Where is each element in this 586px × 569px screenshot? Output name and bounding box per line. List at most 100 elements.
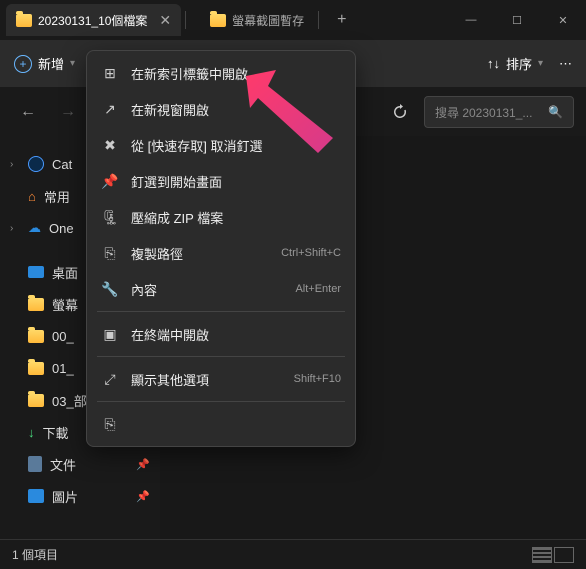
new-tab-button[interactable]: + — [323, 11, 360, 29]
download-icon: ↓ — [28, 425, 35, 440]
tab-active[interactable]: 20230131_10個檔案 ✕ — [6, 4, 181, 36]
sidebar-label: One — [49, 221, 74, 236]
window-icon: ↗ — [101, 100, 119, 118]
search-input[interactable]: 搜尋 20230131_... 🔍 — [424, 96, 574, 128]
separator — [97, 356, 345, 357]
chevron-down-icon: ▾ — [70, 58, 75, 69]
shortcut: Alt+Enter — [295, 283, 341, 295]
plus-icon: + — [14, 55, 32, 73]
desktop-icon — [28, 266, 44, 278]
tab-inactive[interactable]: 螢幕截圖暫存 — [200, 4, 314, 36]
menu-label: 從 [快速存取] 取消釘選 — [131, 136, 262, 155]
menu-label: 壓縮成 ZIP 檔案 — [131, 208, 223, 227]
sort-button[interactable]: ↑↓ 排序 ▾ — [487, 54, 543, 73]
button-label: 排序 — [506, 54, 532, 73]
titlebar: 20230131_10個檔案 ✕ 螢幕截圖暫存 + — ☐ ✕ — [0, 0, 586, 40]
zip-icon: 🗜 — [101, 208, 119, 226]
refresh-icon — [392, 104, 408, 120]
chevron-icon: › — [10, 223, 20, 234]
view-toggle — [532, 547, 574, 563]
sidebar-label: 桌面 — [52, 263, 78, 282]
folder-icon — [16, 14, 32, 27]
menu-label: 釘選到開始畫面 — [131, 172, 222, 191]
sidebar-label: Cat — [52, 157, 72, 172]
back-button[interactable]: ← — [12, 96, 44, 128]
sidebar-label: 常用 — [44, 187, 70, 206]
wrench-icon: 🔧 — [101, 280, 119, 298]
forward-button[interactable]: → — [52, 96, 84, 128]
more-icon: ⤢ — [101, 370, 119, 388]
sidebar-label: 圖片 — [52, 487, 78, 506]
terminal-icon: ▣ — [101, 325, 119, 343]
more-icon: ⋯ — [559, 56, 572, 72]
tab-divider — [318, 11, 319, 29]
grid-view-icon[interactable] — [554, 547, 574, 563]
sidebar-label: 01_ — [52, 361, 74, 376]
more-button[interactable]: ⋯ — [559, 56, 572, 72]
menu-label: 內容 — [131, 280, 157, 299]
path-icon: ⎘ — [101, 244, 119, 262]
menu-copy[interactable]: ⎘ — [91, 406, 351, 442]
menu-label: 在新索引標籤中開啟 — [131, 64, 248, 83]
chevron-down-icon: ▾ — [538, 58, 543, 69]
pin-icon: 📌 — [136, 490, 150, 503]
copy-icon: ⎘ — [101, 415, 119, 433]
new-button[interactable]: + 新增 ▾ — [14, 54, 75, 73]
menu-open-new-window[interactable]: ↗ 在新視窗開啟 — [91, 91, 351, 127]
image-icon — [28, 489, 44, 503]
tab-divider — [185, 11, 186, 29]
window-controls: — ☐ ✕ — [448, 0, 586, 40]
refresh-button[interactable] — [384, 96, 416, 128]
separator — [97, 401, 345, 402]
search-icon: 🔍 — [548, 105, 563, 119]
sidebar-label: 下載 — [43, 423, 69, 442]
menu-label: 在終端中開啟 — [131, 325, 209, 344]
pin-icon: 📌 — [136, 458, 150, 471]
statusbar: 1 個項目 — [0, 539, 586, 569]
tab-icon: ⊞ — [101, 64, 119, 82]
sidebar-item-pictures[interactable]: 圖片 📌 — [0, 480, 160, 512]
folder-icon — [28, 330, 44, 343]
context-menu: ⊞ 在新索引標籤中開啟 ↗ 在新視窗開啟 ✖ 從 [快速存取] 取消釘選 📌 釘選到開始… — [86, 50, 356, 447]
item-count: 1 個項目 — [12, 546, 58, 563]
menu-properties[interactable]: 🔧 內容 Alt+Enter — [91, 271, 351, 307]
sidebar-label: 螢幕 — [52, 295, 78, 314]
close-button[interactable]: ✕ — [540, 0, 586, 40]
button-label: 新增 — [38, 54, 64, 73]
tab-label: 螢幕截圖暫存 — [232, 12, 304, 29]
menu-pin-start[interactable]: 📌 釘選到開始畫面 — [91, 163, 351, 199]
chevron-icon: › — [10, 159, 20, 170]
menu-unpin-quick[interactable]: ✖ 從 [快速存取] 取消釘選 — [91, 127, 351, 163]
separator — [97, 311, 345, 312]
details-view-icon[interactable] — [532, 547, 552, 563]
folder-icon — [28, 298, 44, 311]
tab-label: 20230131_10個檔案 — [38, 12, 147, 29]
folder-icon — [28, 362, 44, 375]
menu-open-new-tab[interactable]: ⊞ 在新索引標籤中開啟 — [91, 55, 351, 91]
folder-icon — [210, 14, 226, 27]
sort-icon: ↑↓ — [487, 56, 500, 71]
unpin-icon: ✖ — [101, 136, 119, 154]
home-icon: ⌂ — [28, 189, 36, 204]
menu-compress-zip[interactable]: 🗜 壓縮成 ZIP 檔案 — [91, 199, 351, 235]
minimize-button[interactable]: — — [448, 0, 494, 40]
cloud-icon: ☁ — [28, 220, 41, 236]
search-placeholder: 搜尋 20230131_... — [435, 104, 532, 121]
menu-open-terminal[interactable]: ▣ 在終端中開啟 — [91, 316, 351, 352]
menu-label: 複製路徑 — [131, 244, 183, 263]
maximize-button[interactable]: ☐ — [494, 0, 540, 40]
document-icon — [28, 456, 42, 472]
menu-label: 在新視窗開啟 — [131, 100, 209, 119]
folder-icon — [28, 394, 44, 407]
menu-show-more[interactable]: ⤢ 顯示其他選項 Shift+F10 — [91, 361, 351, 397]
pin-icon: 📌 — [101, 172, 119, 190]
menu-label: 顯示其他選項 — [131, 370, 209, 389]
sidebar-item-documents[interactable]: 文件 📌 — [0, 448, 160, 480]
sidebar-label: 00_ — [52, 329, 74, 344]
shortcut: Ctrl+Shift+C — [281, 247, 341, 259]
app-icon — [28, 156, 44, 172]
sidebar-label: 文件 — [50, 455, 76, 474]
close-icon[interactable]: ✕ — [159, 12, 171, 29]
shortcut: Shift+F10 — [294, 373, 341, 385]
menu-copy-path[interactable]: ⎘ 複製路徑 Ctrl+Shift+C — [91, 235, 351, 271]
